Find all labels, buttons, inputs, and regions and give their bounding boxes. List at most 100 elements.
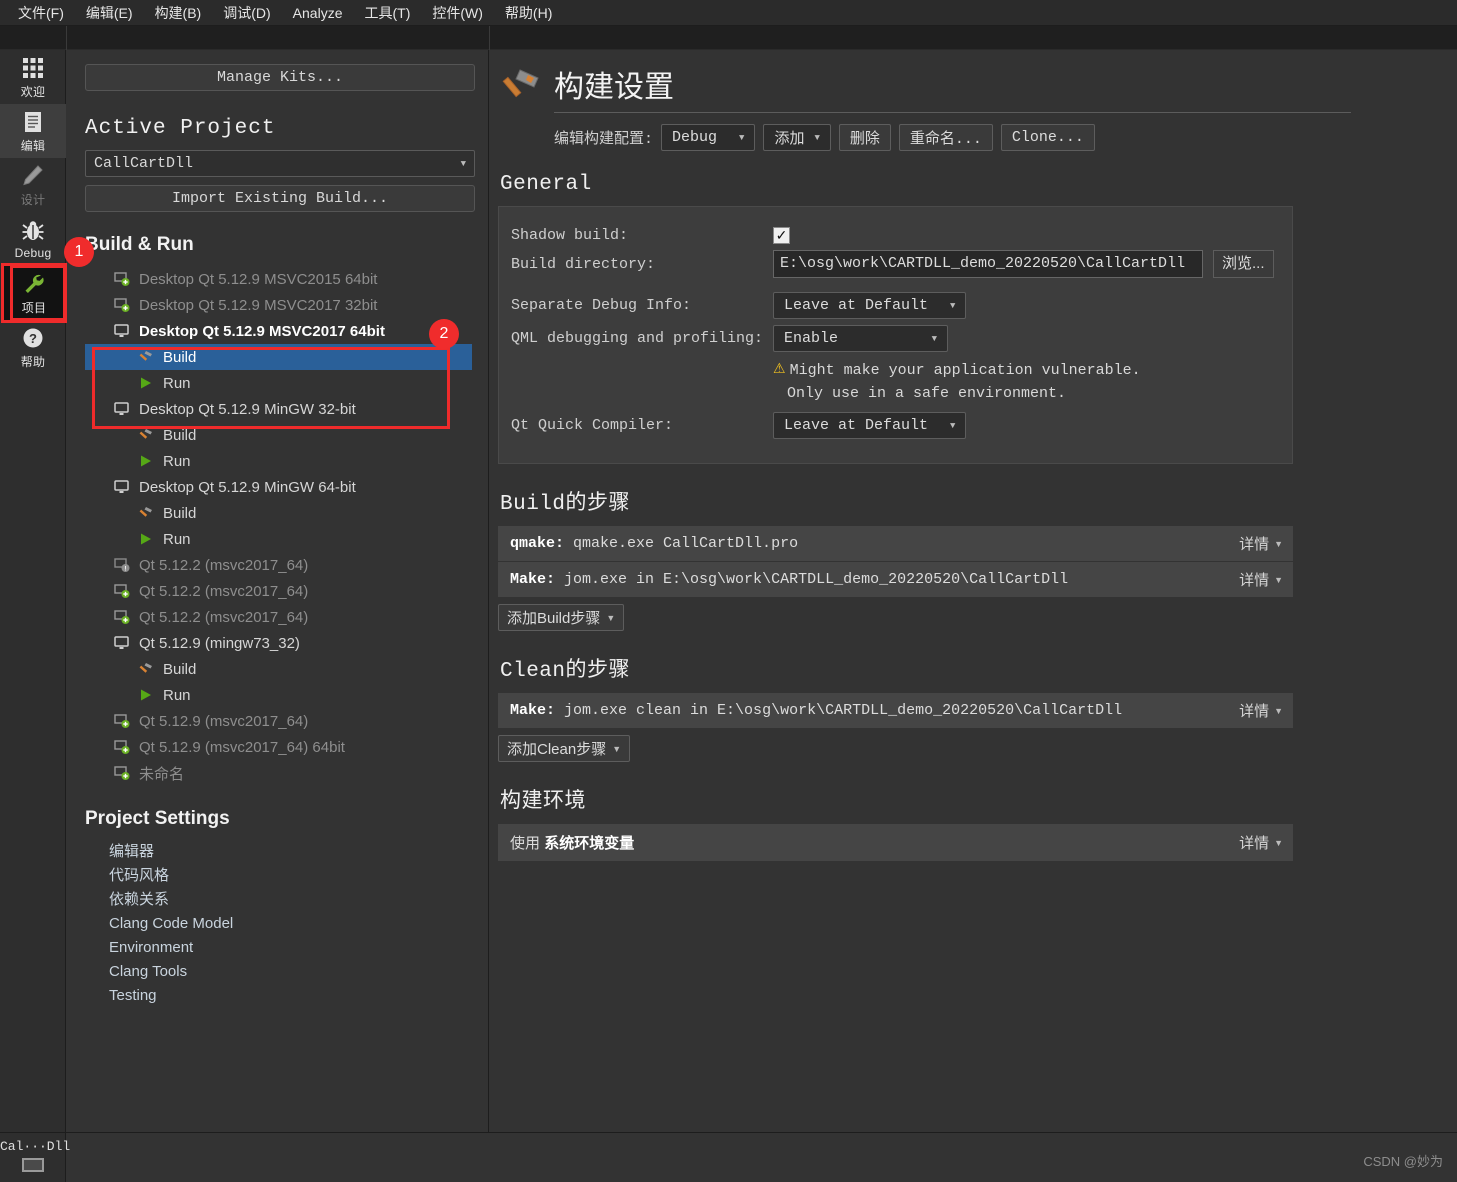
- kit-label: Qt 5.12.2 (msvc2017_64): [139, 557, 308, 574]
- menu-item-build[interactable]: 构建(B): [145, 0, 212, 26]
- browse-button[interactable]: 浏览...: [1213, 250, 1274, 278]
- kit-child-build[interactable]: Build: [85, 656, 472, 682]
- mode-button-help[interactable]: ? 帮助: [0, 320, 66, 374]
- kit-child-label: Run: [163, 375, 191, 392]
- project-settings-item-testing[interactable]: Testing: [109, 984, 472, 1008]
- chevron-down-icon: ▼: [1274, 539, 1283, 549]
- menu-item-help[interactable]: 帮助(H): [495, 0, 562, 26]
- kit-child-run[interactable]: Run: [85, 526, 472, 552]
- build-step-details-toggle[interactable]: 详情 ▼: [1239, 533, 1283, 554]
- kit-label: Qt 5.12.2 (msvc2017_64): [139, 583, 308, 600]
- kit-warning-icon: !: [113, 557, 131, 573]
- kit-row-qt5122-a[interactable]: Qt 5.12.2 (msvc2017_64): [85, 578, 472, 604]
- hammer-icon: [137, 505, 155, 521]
- shadow-build-row: Shadow build: ✓: [511, 227, 1278, 244]
- qt-quick-compiler-row: Qt Quick Compiler: Leave at Default ▼: [511, 412, 1278, 439]
- kit-row-mingw-64[interactable]: Desktop Qt 5.12.9 MinGW 64-bit: [85, 474, 472, 500]
- qml-debug-select[interactable]: Enable ▼: [773, 325, 948, 352]
- import-existing-build-button[interactable]: Import Existing Build...: [85, 185, 475, 212]
- qt-quick-compiler-select[interactable]: Leave at Default ▼: [773, 412, 966, 439]
- project-settings-item-clang-code-model[interactable]: Clang Code Model: [109, 912, 472, 936]
- add-build-step-button[interactable]: 添加Build步骤 ▼: [498, 604, 624, 631]
- add-config-button[interactable]: 添加 ▼: [763, 124, 830, 151]
- play-icon: [137, 687, 155, 703]
- remove-config-button[interactable]: 删除: [839, 124, 891, 151]
- project-settings-item-environment[interactable]: Environment: [109, 936, 472, 960]
- mode-button-edit[interactable]: 编辑: [0, 104, 66, 158]
- qml-debug-warning-line2: Only use in a safe environment.: [787, 385, 1278, 402]
- mode-button-welcome[interactable]: 欢迎: [0, 50, 66, 104]
- kit-label: Desktop Qt 5.12.9 MSVC2017 64bit: [139, 323, 385, 340]
- chevron-down-icon: ▼: [1274, 838, 1283, 848]
- kit-child-build[interactable]: Build: [85, 500, 472, 526]
- clean-steps-list: Make: jom.exe clean in E:\osg\work\CARTD…: [498, 693, 1375, 729]
- qml-debug-row: QML debugging and profiling: Enable ▼: [511, 325, 1278, 352]
- warning-icon: ⚠: [773, 360, 786, 381]
- project-chip[interactable]: Cal···Dll: [0, 1133, 66, 1182]
- menu-item-edit[interactable]: 编辑(E): [76, 0, 143, 26]
- kit-child-build-selected[interactable]: Build: [85, 344, 472, 370]
- kit-row-msvc2017-32[interactable]: Desktop Qt 5.12.9 MSVC2017 32bit: [85, 292, 472, 318]
- kit-child-run[interactable]: Run: [85, 682, 472, 708]
- add-clean-step-button[interactable]: 添加Clean步骤 ▼: [498, 735, 630, 762]
- kit-label: Desktop Qt 5.12.9 MSVC2017 32bit: [139, 297, 377, 314]
- play-icon: [137, 531, 155, 547]
- separate-debug-select[interactable]: Leave at Default ▼: [773, 292, 966, 319]
- build-step-make[interactable]: Make: jom.exe in E:\osg\work\CARTDLL_dem…: [498, 562, 1293, 598]
- manage-kits-button[interactable]: Manage Kits...: [85, 64, 475, 91]
- build-step-command: qmake.exe CallCartDll.pro: [573, 535, 798, 552]
- active-project-heading: Active Project: [85, 117, 472, 140]
- mode-label-welcome: 欢迎: [21, 83, 46, 100]
- kit-row-msvc2015-64[interactable]: Desktop Qt 5.12.9 MSVC2015 64bit: [85, 266, 472, 292]
- clean-step-details-toggle[interactable]: 详情 ▼: [1239, 700, 1283, 721]
- build-config-toolbar: 编辑构建配置: Debug ▼ 添加 ▼ 删除 重命名... Clone...: [554, 124, 1375, 151]
- clean-step-text: Make: jom.exe clean in E:\osg\work\CARTD…: [510, 702, 1239, 719]
- hammer-icon: [498, 66, 544, 118]
- build-environment-details-toggle[interactable]: 详情 ▼: [1239, 832, 1283, 853]
- project-settings-item-dependencies[interactable]: 依赖关系: [109, 888, 472, 912]
- shadow-build-checkbox[interactable]: ✓: [773, 227, 790, 244]
- hammer-icon: [137, 661, 155, 677]
- kit-child-run[interactable]: Run: [85, 370, 472, 396]
- kit-row-unnamed[interactable]: 未命名: [85, 760, 472, 786]
- kit-row-qt5129-msvc[interactable]: Qt 5.12.9 (msvc2017_64): [85, 708, 472, 734]
- project-settings-item-clang-tools[interactable]: Clang Tools: [109, 960, 472, 984]
- build-step-details-toggle[interactable]: 详情 ▼: [1239, 569, 1283, 590]
- kit-child-build[interactable]: Build: [85, 422, 472, 448]
- menu-item-tools[interactable]: 工具(T): [354, 0, 420, 26]
- kit-child-label: Run: [163, 531, 191, 548]
- kit-row-qt5122-warning[interactable]: ! Qt 5.12.2 (msvc2017_64): [85, 552, 472, 578]
- active-project-select[interactable]: CallCartDll ▼: [85, 150, 475, 177]
- kit-row-qt5129-msvc-64[interactable]: Qt 5.12.9 (msvc2017_64) 64bit: [85, 734, 472, 760]
- kit-label: Desktop Qt 5.12.9 MSVC2015 64bit: [139, 271, 377, 288]
- toolbar-divider-right: [489, 26, 490, 50]
- kit-child-run[interactable]: Run: [85, 448, 472, 474]
- mode-button-design[interactable]: 设计: [0, 158, 66, 212]
- menu-item-analyze[interactable]: Analyze: [283, 2, 353, 24]
- build-directory-input[interactable]: E:\osg\work\CARTDLL_demo_20220520\CallCa…: [773, 250, 1203, 278]
- menu-item-file[interactable]: 文件(F): [8, 0, 74, 26]
- add-config-label: 添加: [774, 127, 804, 148]
- build-step-text: qmake: qmake.exe CallCartDll.pro: [510, 535, 1239, 552]
- clean-step-make[interactable]: Make: jom.exe clean in E:\osg\work\CARTD…: [498, 693, 1293, 729]
- clone-config-button[interactable]: Clone...: [1001, 124, 1095, 151]
- project-settings-item-editor[interactable]: 编辑器: [109, 840, 472, 864]
- rename-config-button[interactable]: 重命名...: [899, 124, 993, 151]
- kit-row-qt5122-b[interactable]: Qt 5.12.2 (msvc2017_64): [85, 604, 472, 630]
- separate-debug-row: Separate Debug Info: Leave at Default ▼: [511, 292, 1278, 319]
- build-environment-row[interactable]: 使用 系统环境变量 详情 ▼: [498, 824, 1293, 862]
- mode-button-projects[interactable]: 项目: [4, 266, 64, 320]
- kit-row-mingw73-32[interactable]: Qt 5.12.9 (mingw73_32): [85, 630, 472, 656]
- grid-icon: [20, 55, 46, 81]
- build-config-select[interactable]: Debug ▼: [661, 124, 755, 151]
- kit-row-mingw-32[interactable]: Desktop Qt 5.12.9 MinGW 32-bit: [85, 396, 472, 422]
- mode-button-debug[interactable]: Debug: [0, 212, 66, 266]
- page-title: 构建设置: [554, 62, 1351, 113]
- project-settings-item-code-style[interactable]: 代码风格: [109, 864, 472, 888]
- bottom-bar: Cal···Dll CSDN @妙为: [0, 1132, 1457, 1182]
- kit-row-msvc2017-64[interactable]: Desktop Qt 5.12.9 MSVC2017 64bit: [85, 318, 472, 344]
- build-step-qmake[interactable]: qmake: qmake.exe CallCartDll.pro 详情 ▼: [498, 526, 1293, 562]
- menu-item-debug[interactable]: 调试(D): [213, 0, 280, 26]
- details-label: 详情: [1239, 700, 1269, 721]
- menu-item-widgets[interactable]: 控件(W): [422, 0, 493, 26]
